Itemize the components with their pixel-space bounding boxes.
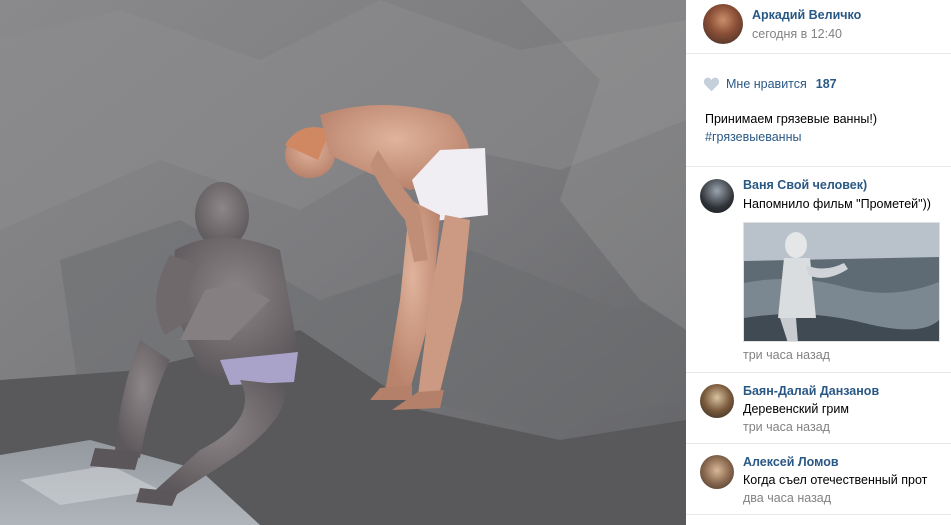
comment-text: Деревенский грим bbox=[743, 402, 849, 416]
post-timestamp[interactable]: сегодня в 12:40 bbox=[752, 27, 842, 41]
like-button[interactable]: Мне нравится 187 bbox=[703, 76, 837, 92]
divider bbox=[686, 514, 951, 515]
post-caption: Принимаем грязевые ванны!) #грязевыеванн… bbox=[705, 110, 945, 146]
comment-avatar[interactable] bbox=[700, 455, 734, 489]
comment-text: Когда съел отечественный прот bbox=[743, 473, 928, 487]
comment-timestamp[interactable]: два часа назад bbox=[743, 491, 831, 505]
author-name-link[interactable]: Аркадий Величко bbox=[752, 8, 861, 22]
comment-author-link[interactable]: Баян-Далай Данзанов bbox=[743, 384, 879, 398]
divider bbox=[686, 372, 951, 373]
post-author-block: Аркадий Величко сегодня в 12:40 bbox=[686, 0, 951, 52]
comment-timestamp[interactable]: три часа назад bbox=[743, 420, 830, 434]
divider bbox=[686, 53, 951, 54]
post-caption-text: Принимаем грязевые ванны!) bbox=[705, 112, 877, 126]
post-photo[interactable] bbox=[0, 0, 686, 525]
comment-text: Напомнило фильм "Прометей")) bbox=[743, 197, 931, 211]
likes-label: Мне нравится bbox=[726, 77, 807, 91]
divider bbox=[686, 443, 951, 444]
comment-author-link[interactable]: Ваня Свой человек) bbox=[743, 178, 867, 192]
divider bbox=[686, 166, 951, 167]
comment-avatar[interactable] bbox=[700, 384, 734, 418]
heart-icon bbox=[703, 77, 720, 91]
comment-avatar[interactable] bbox=[700, 179, 734, 213]
post-sidebar: Аркадий Величко сегодня в 12:40 Мне нрав… bbox=[686, 0, 951, 525]
author-avatar[interactable] bbox=[703, 4, 743, 44]
comment-image-picture bbox=[744, 223, 939, 341]
comment-attached-image[interactable] bbox=[743, 222, 940, 342]
comment-timestamp[interactable]: три часа назад bbox=[743, 348, 830, 362]
post-photo-image bbox=[0, 0, 686, 525]
likes-count[interactable]: 187 bbox=[816, 77, 837, 91]
comment-author-link[interactable]: Алексей Ломов bbox=[743, 455, 839, 469]
post-hashtag-link[interactable]: #грязевыеванны bbox=[705, 128, 945, 146]
